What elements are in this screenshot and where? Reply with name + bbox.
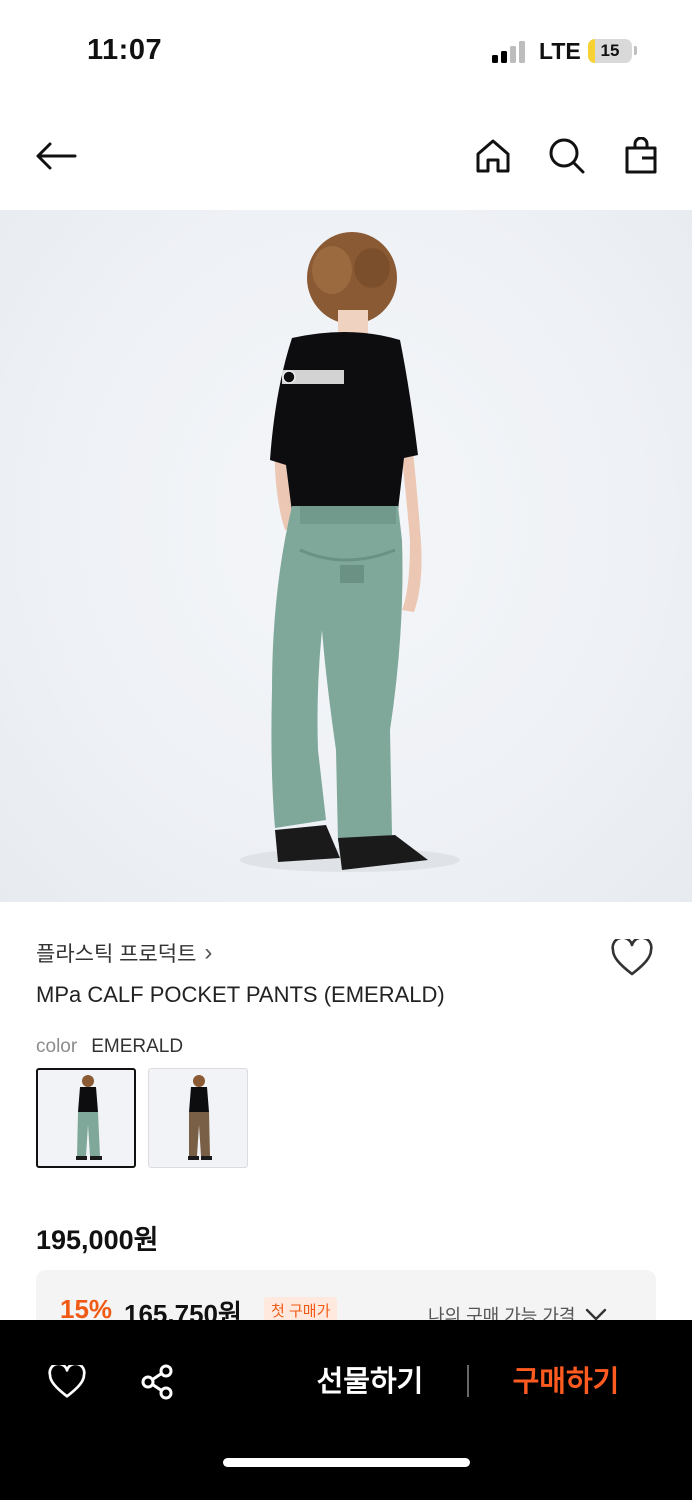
color-value: EMERALD xyxy=(91,1036,184,1057)
battery-icon: 15 xyxy=(588,39,632,63)
swatch-thumbnail xyxy=(76,1075,102,1160)
bottom-heart-icon[interactable] xyxy=(45,1360,89,1404)
share-icon[interactable] xyxy=(135,1360,179,1404)
battery-percent: 15 xyxy=(600,41,620,60)
network-type: LTE xyxy=(539,38,581,64)
status-bar: 11:07 LTE 15 xyxy=(0,0,692,100)
gift-button[interactable]: 선물하기 xyxy=(300,1360,440,1404)
battery-nub xyxy=(634,46,637,55)
swatch-thumbnail xyxy=(188,1075,212,1160)
bar-divider xyxy=(467,1365,469,1397)
bottom-action-bar: 선물하기 구매하기 xyxy=(0,1320,692,1500)
back-arrow-icon[interactable] xyxy=(33,133,79,179)
product-title: MPa CALF POCKET PANTS (EMERALD) xyxy=(36,982,445,1007)
status-time: 11:07 xyxy=(87,34,163,66)
color-swatch-emerald[interactable] xyxy=(36,1068,136,1168)
shopping-bag-icon[interactable] xyxy=(618,133,664,179)
color-label: color xyxy=(36,1036,78,1057)
wishlist-heart-icon[interactable] xyxy=(608,934,656,982)
chevron-right-icon: › xyxy=(204,939,213,966)
product-price: 195,000원 xyxy=(36,1225,159,1255)
color-row: color EMERALD xyxy=(36,1036,183,1058)
home-indicator xyxy=(223,1458,470,1467)
brand-name: 플라스틱 프로덕트 xyxy=(36,943,197,966)
search-icon[interactable] xyxy=(544,133,590,179)
brand-link[interactable]: 플라스틱 프로덕트 › xyxy=(36,938,212,968)
cellular-signal-icon xyxy=(492,41,526,63)
color-swatch-brown[interactable] xyxy=(148,1068,248,1168)
product-image[interactable] xyxy=(0,210,692,902)
home-icon[interactable] xyxy=(470,133,516,179)
model-illustration xyxy=(240,232,460,872)
buy-button[interactable]: 구매하기 xyxy=(500,1360,632,1404)
